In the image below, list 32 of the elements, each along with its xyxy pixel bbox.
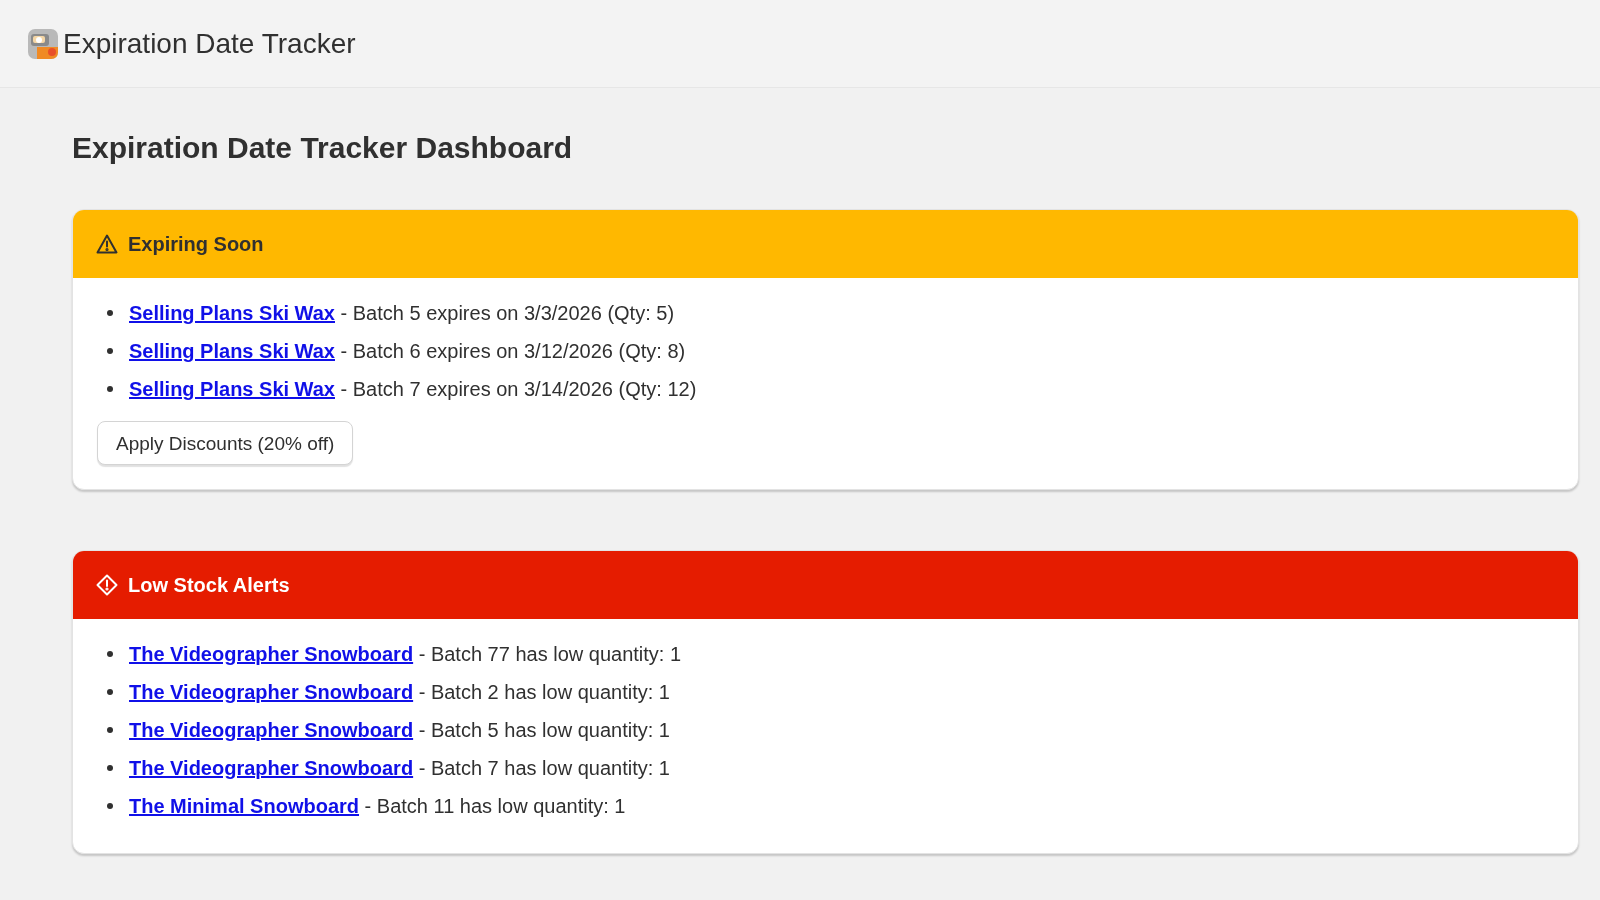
bullet-icon [107,765,113,771]
alert-text: The Videographer Snowboard - Batch 5 has low quantity: 1 [129,718,670,742]
alert-diamond-icon [96,574,118,596]
product-link[interactable]: Selling Plans Ski Wax [129,378,335,400]
product-link[interactable]: The Videographer Snowboard [129,643,414,665]
app-title: Expiration Date Tracker [63,29,356,58]
product-link[interactable]: Selling Plans Ski Wax [129,302,335,324]
product-link[interactable]: The Videographer Snowboard [129,681,414,703]
product-link[interactable]: The Videographer Snowboard [129,719,414,741]
product-link[interactable]: Selling Plans Ski Wax [129,340,335,362]
bullet-icon [107,727,113,733]
alert-text: Selling Plans Ski Wax - Batch 6 expires on 3/12/2026 (Qty: 8) [129,339,686,363]
card-title: Low Stock Alerts [128,575,290,595]
alert-text: Selling Plans Ski Wax - Batch 7 expires on 3/14/2026 (Qty: 12) [129,377,697,401]
warning-icon [96,234,118,254]
app-logo-icon [27,27,59,60]
product-link[interactable]: The Minimal Snowboard [129,795,359,817]
bullet-icon [107,689,113,695]
bullet-icon [107,386,113,392]
card-title: Expiring Soon [128,234,264,254]
alert-text: The Videographer Snowboard - Batch 2 has low quantity: 1 [129,680,670,704]
alert-text: The Minimal Snowboard - Batch 11 has low quantity: 1 [129,794,626,818]
bullet-icon [107,310,113,316]
bullet-icon [107,348,113,354]
product-link[interactable]: The Videographer Snowboard [129,757,414,779]
alert-text: Selling Plans Ski Wax - Batch 5 expires on 3/3/2026 (Qty: 5) [129,301,675,325]
bullet-icon [107,803,113,809]
bullet-icon [107,651,113,657]
alert-text: The Videographer Snowboard - Batch 7 has low quantity: 1 [129,756,670,780]
apply-discounts-button[interactable]: Apply Discounts (20% off) [97,421,354,465]
page-title: Expiration Date Tracker Dashboard [72,133,574,163]
alert-text: The Videographer Snowboard - Batch 77 has low quantity: 1 [129,642,682,666]
